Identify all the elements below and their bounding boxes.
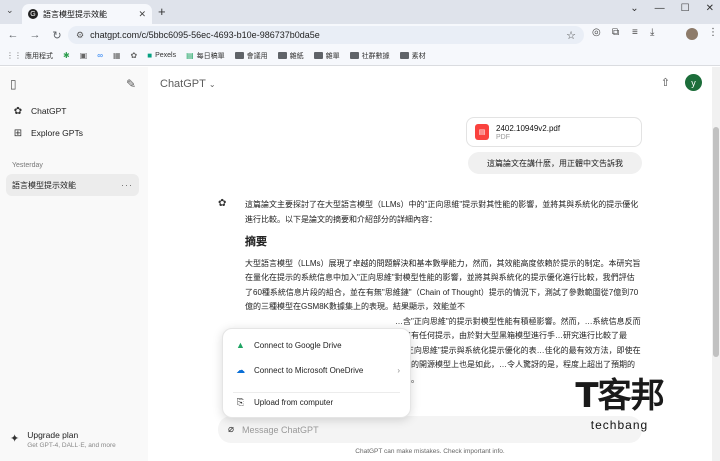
new-chat-icon[interactable]: ✎ [126, 77, 136, 91]
profile-avatar[interactable] [686, 28, 698, 40]
chevron-right-icon: › [397, 365, 400, 375]
new-tab-icon[interactable]: + [158, 4, 166, 19]
onedrive-icon: ☁ [236, 364, 245, 375]
folder-icon [234, 52, 244, 59]
sidebar-top: ▯ ✎ [10, 77, 136, 91]
close-tab-icon[interactable]: ✕ [138, 9, 146, 20]
user-message: 這篇論文在講什麼，用正體中文告訴我 [468, 152, 642, 174]
pexels-icon: ■ [147, 51, 153, 60]
connect-onedrive[interactable]: ☁ Connect to Microsoft OneDrive › [223, 359, 412, 381]
assistant-avatar-icon: ✿ [218, 198, 227, 209]
browser-toolbar: ← → ↻ ⚙ chatgpt.com/c/5bbc6095-56ec-4693… [0, 24, 720, 46]
window-controls: ⌄ — ☐ ✕ [630, 3, 714, 14]
sheets-icon: ▤ [186, 51, 194, 60]
toggle-sidebar-icon[interactable]: ▯ [10, 77, 17, 91]
folder-icon [349, 52, 359, 59]
reload-icon[interactable]: ↻ [48, 29, 66, 42]
bookmark-pexels[interactable]: ■ Pexels [147, 51, 176, 60]
sidebar: ▯ ✎ ✿ ChatGPT ⊞ Explore GPTs Yesterday 語… [0, 67, 148, 461]
bookmarks-bar: ⋮⋮ 應用程式 ✱ ▣ ∞ ▦ ✿ ■ Pexels ▤ 每日稿單 會議用 雜紙 雜單… [0, 46, 720, 66]
tab-search-icon[interactable]: ⌄ [6, 5, 14, 16]
extension-icon[interactable]: ◎ [592, 27, 601, 38]
user-avatar[interactable]: y [685, 74, 702, 91]
url-text: chatgpt.com/c/5bbc6095-56ec-4693-b10e-98… [90, 30, 320, 40]
folder-icon [399, 52, 409, 59]
bookmark-folder-1[interactable]: 會議用 [234, 51, 268, 61]
address-bar[interactable]: ⚙ chatgpt.com/c/5bbc6095-56ec-4693-b10e-… [68, 26, 584, 44]
watermark-text: techbang [590, 418, 649, 432]
page-scrollbar[interactable] [712, 67, 720, 461]
upload-from-computer[interactable]: ⎘ Upload from computer [223, 391, 412, 413]
history-section-label: Yesterday [12, 162, 43, 169]
bookmark-icon-5[interactable]: ✿ [131, 51, 138, 60]
file-name: 2402.10949v2.pdf [496, 123, 561, 133]
chevron-down-icon: ⌄ [208, 80, 216, 89]
bookmark-folder-3[interactable]: 雜單 [313, 51, 340, 61]
leaf-icon: ✱ [63, 51, 70, 60]
browser-tabstrip: ⌄ G 語言模型提示效能 ✕ + ⌄ — ☐ ✕ [0, 0, 720, 24]
window-close-icon[interactable]: ✕ [706, 3, 714, 14]
photo-icon: ▦ [112, 51, 121, 60]
browser-menu-icon[interactable]: ⋮ [708, 27, 718, 38]
upgrade-title: Upgrade plan [27, 430, 79, 440]
upgrade-plan-button[interactable]: ✦ Upgrade plan Get GPT-4, DALL·E, and mo… [10, 430, 116, 449]
window-dropdown-icon[interactable]: ⌄ [630, 3, 638, 14]
grid-icon: ⊞ [13, 127, 23, 139]
upgrade-subtitle: Get GPT-4, DALL·E, and more [27, 442, 116, 449]
attached-file-card[interactable]: ▤ 2402.10949v2.pdf PDF [466, 117, 642, 147]
bookmark-star-icon[interactable]: ☆ [566, 29, 576, 42]
bookmark-apps[interactable]: ⋮⋮ 應用程式 [6, 51, 53, 61]
pdf-file-icon: ▤ [475, 124, 489, 140]
ai-icon: ▣ [79, 51, 88, 60]
sparkle-icon: ✦ [10, 433, 20, 445]
google-drive-icon: ▲ [236, 340, 245, 350]
more-options-icon[interactable]: ··· [121, 180, 133, 190]
back-icon[interactable]: ← [4, 29, 22, 41]
model-selector[interactable]: ChatGPT ⌄ [160, 78, 216, 90]
bookmark-daily[interactable]: ▤ 每日稿單 [186, 51, 225, 61]
sidebar-item-chatgpt[interactable]: ✿ ChatGPT [6, 100, 140, 122]
disclaimer: ChatGPT can make mistakes. Check importa… [355, 448, 505, 455]
watermark-logo: T客邦 [575, 376, 664, 416]
attach-menu: ▲ Connect to Google Drive ☁ Connect to M… [222, 328, 411, 418]
bookmark-folder-5[interactable]: 素材 [399, 51, 426, 61]
site-info-icon[interactable]: ⚙ [76, 30, 84, 41]
reply-intro: 這篇論文主要探討了在大型語言模型（LLMs）中的"正向思維"提示對其性能的影響，… [245, 200, 639, 224]
file-type: PDF [496, 133, 510, 141]
share-icon[interactable]: ⇧ [661, 76, 670, 89]
scrollbar-thumb[interactable] [713, 127, 719, 357]
bookmark-icon-2[interactable]: ▣ [80, 51, 88, 60]
reply-paragraph: 大型語言模型（LLMs）展現了卓越的問題解決和基本數學能力，然而，其效能高度依賴… [245, 258, 641, 312]
sidebar-item-explore-gpts[interactable]: ⊞ Explore GPTs [6, 122, 140, 144]
tab-title: 語言模型提示效能 [43, 9, 107, 19]
chatgpt-favicon: G [28, 9, 38, 19]
message-input[interactable]: Message ChatGPT [242, 425, 319, 435]
bookmark-icon-3[interactable]: ∞ [97, 51, 103, 60]
meta-icon: ∞ [97, 51, 103, 60]
tab-list-icon[interactable]: ≡ [632, 27, 638, 38]
bookmark-icon-4[interactable]: ▦ [113, 51, 121, 60]
attach-paperclip-icon[interactable]: ⌀ [228, 424, 234, 435]
reply-heading: 摘要 [245, 236, 267, 248]
folder-icon [313, 52, 323, 59]
techbang-watermark: T客邦 techbang [542, 370, 697, 444]
bookmark-folder-4[interactable]: 社群數據 [349, 51, 390, 61]
extensions-puzzle-icon[interactable]: ⧉ [612, 27, 619, 38]
bookmark-folder-2[interactable]: 雜紙 [277, 51, 304, 61]
apps-grid-icon: ⋮⋮ [6, 51, 22, 60]
minimize-icon[interactable]: — [655, 3, 665, 14]
maximize-icon[interactable]: ☐ [681, 3, 690, 14]
forward-icon[interactable]: → [26, 29, 44, 41]
bookmark-icon-1[interactable]: ✱ [63, 51, 70, 60]
folder-icon [277, 52, 287, 59]
upload-icon: ⎘ [236, 396, 245, 407]
connect-google-drive[interactable]: ▲ Connect to Google Drive [223, 334, 412, 356]
openai-icon: ✿ [130, 51, 138, 60]
download-icon[interactable]: ⤓ [650, 27, 654, 38]
conversation-item[interactable]: 語言模型提示效能 ··· [6, 174, 139, 196]
browser-tab[interactable]: G 語言模型提示效能 ✕ [22, 4, 152, 24]
openai-logo-icon: ✿ [13, 105, 23, 117]
